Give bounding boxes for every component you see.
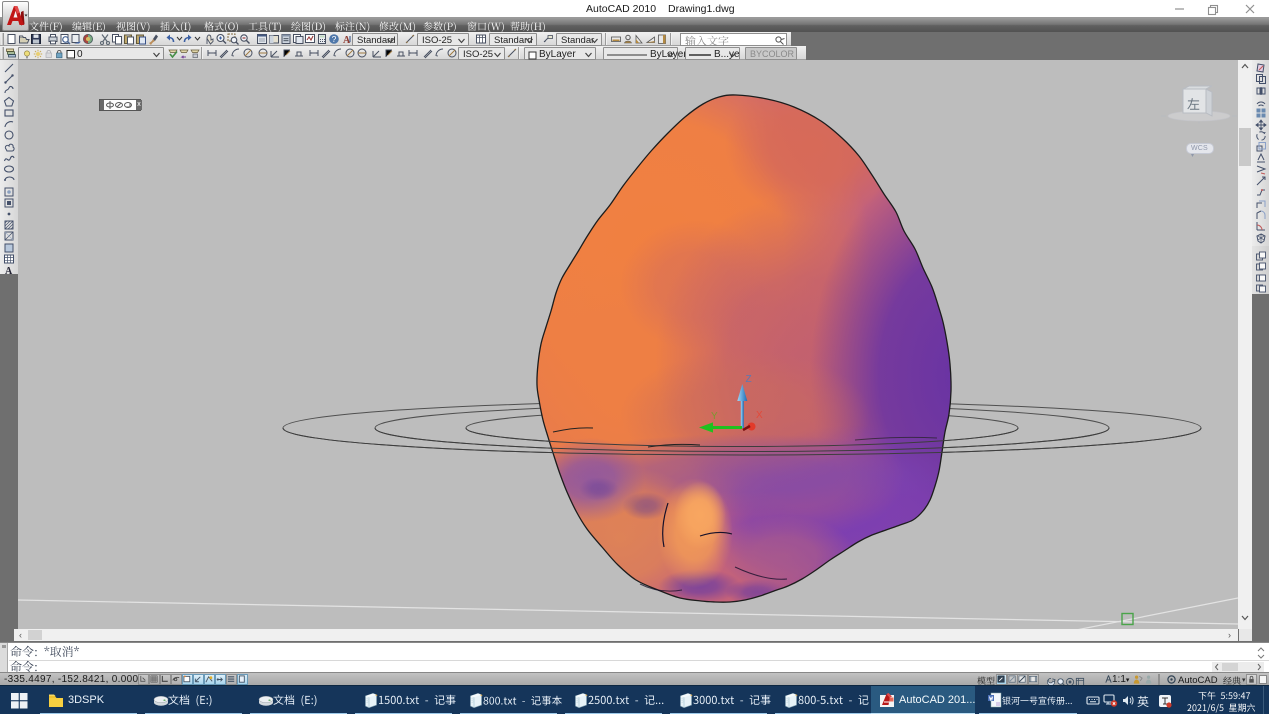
svg-text:?: ?: [332, 34, 337, 44]
svg-text:Y: Y: [711, 411, 718, 422]
svg-text:X: X: [756, 410, 763, 421]
svg-text:Z: Z: [746, 374, 752, 385]
svg-text:A: A: [5, 266, 13, 276]
